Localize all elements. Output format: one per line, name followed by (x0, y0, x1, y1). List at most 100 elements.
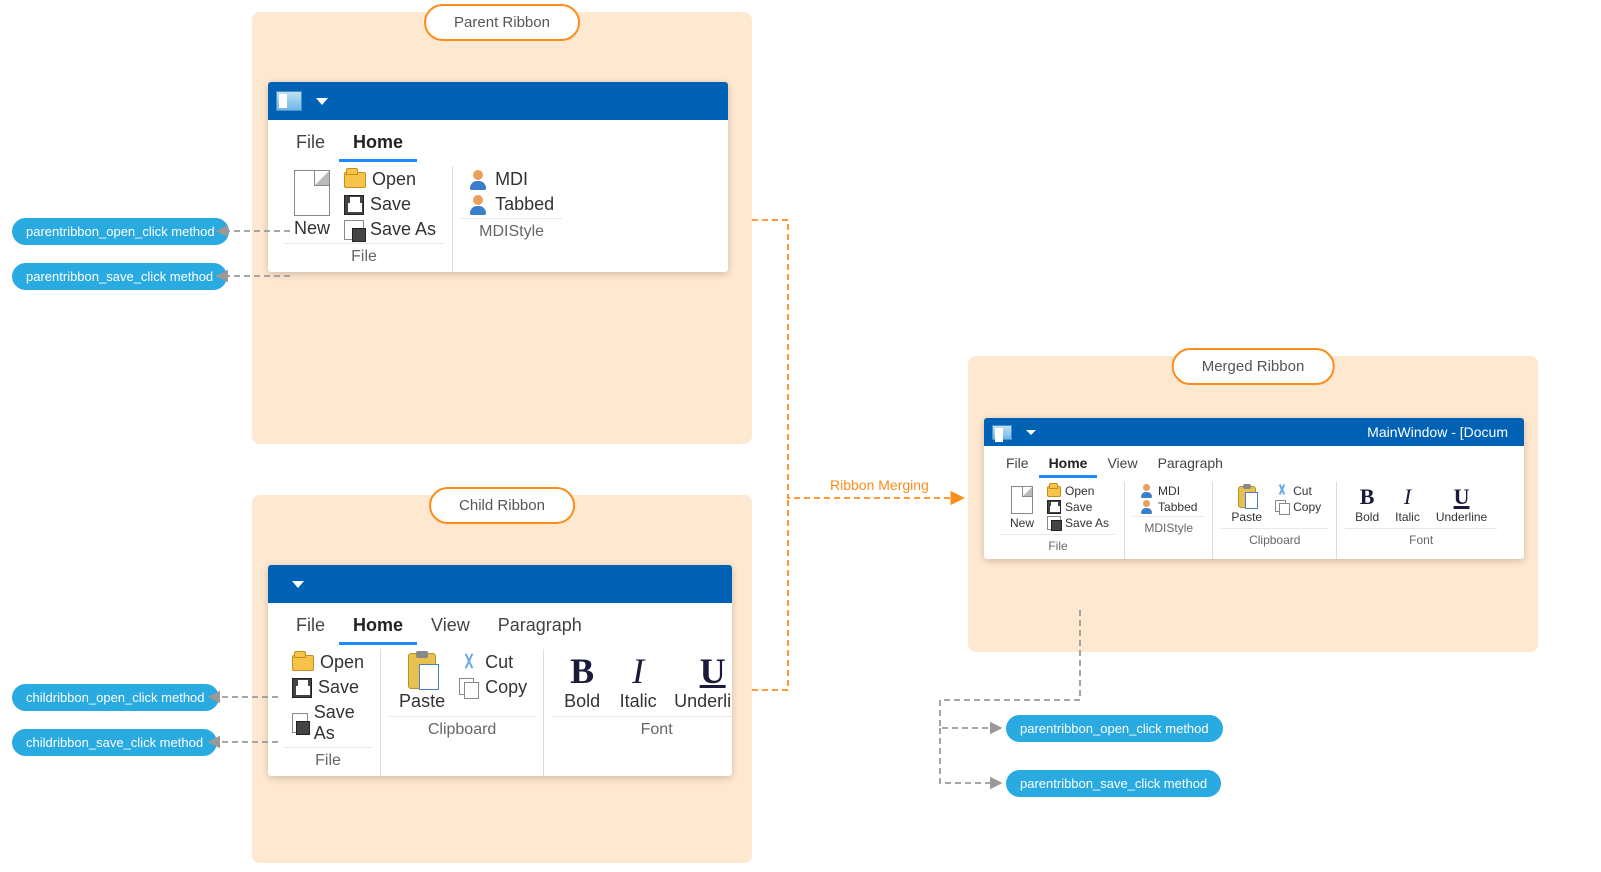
parent-ribbon-label: Parent Ribbon (424, 4, 580, 41)
paste-button[interactable]: Paste (393, 651, 451, 714)
tabbed-label: Tabbed (495, 194, 554, 215)
saveas-label: Save As (370, 219, 436, 240)
bold-icon: B (1355, 486, 1379, 508)
save-label: Save (1065, 500, 1092, 514)
copy-button[interactable]: Copy (455, 676, 531, 699)
tab-view[interactable]: View (417, 611, 484, 645)
cut-label: Cut (1293, 484, 1312, 498)
tab-file[interactable]: File (282, 611, 339, 645)
copy-label: Copy (1293, 500, 1321, 514)
new-icon (1011, 486, 1033, 514)
group-mdistyle-footer: MDIStyle (1133, 516, 1204, 541)
cut-button[interactable]: Cut (1272, 484, 1324, 498)
group-clipboard-footer: Clipboard (1221, 528, 1328, 553)
underline-icon: U (693, 653, 732, 689)
parent-ribbon-panel: Parent Ribbon File Home New Open Save (252, 12, 752, 444)
paste-icon (1238, 486, 1256, 508)
saveas-button[interactable]: Save As (288, 701, 368, 745)
saveas-label: Save As (1065, 516, 1109, 530)
paste-button[interactable]: Paste (1225, 484, 1268, 526)
qat-dropdown-icon[interactable] (1026, 430, 1036, 435)
tab-home[interactable]: Home (1039, 452, 1098, 478)
group-clipboard-footer: Clipboard (389, 716, 535, 745)
saveas-icon (1047, 516, 1061, 530)
tab-paragraph[interactable]: Paragraph (1148, 452, 1233, 478)
method-merged-save: parentribbon_save_click method (1006, 770, 1221, 797)
copy-button[interactable]: Copy (1272, 500, 1324, 514)
child-title-bar (268, 565, 732, 603)
group-font: BBold IItalic U Underline Font (1337, 482, 1505, 559)
open-label: Open (320, 652, 364, 673)
tab-view[interactable]: View (1097, 452, 1147, 478)
save-button[interactable]: Save (288, 676, 368, 699)
tabbed-button[interactable]: Tabbed (465, 193, 558, 216)
merged-title-bar: MainWindow - [Docum (984, 418, 1524, 446)
new-label: New (1010, 516, 1034, 530)
folder-icon (344, 172, 366, 188)
save-button[interactable]: Save (340, 193, 440, 216)
user-icon (469, 170, 489, 190)
save-icon (1047, 500, 1061, 514)
mdi-button[interactable]: MDI (1137, 484, 1200, 498)
method-parent-open: parentribbon_open_click method (12, 218, 229, 245)
saveas-button[interactable]: Save As (340, 218, 440, 241)
save-button[interactable]: Save (1044, 500, 1112, 514)
open-button[interactable]: Open (288, 651, 368, 674)
qat-dropdown-icon[interactable] (292, 581, 304, 588)
child-groups: Open Save Save As File Paste Cut Copy (268, 645, 732, 776)
group-font-footer: Font (1345, 528, 1497, 553)
open-label: Open (1065, 484, 1094, 498)
italic-icon: I (1396, 486, 1420, 508)
method-merged-open: parentribbon_open_click method (1006, 715, 1223, 742)
new-label: New (294, 218, 330, 239)
underline-button[interactable]: UUnderline (668, 651, 732, 714)
user-icon (469, 195, 489, 215)
open-button[interactable]: Open (1044, 484, 1112, 498)
child-ribbon: File Home View Paragraph Open Save Save … (268, 565, 732, 776)
underline-icon: U (1450, 486, 1474, 508)
merged-ribbon-panel: Merged Ribbon MainWindow - [Docum File H… (968, 356, 1538, 652)
tab-file[interactable]: File (996, 452, 1039, 478)
method-child-open: childribbon_open_click method (12, 684, 219, 711)
new-button[interactable]: New (1004, 484, 1040, 532)
window-title: MainWindow - [Docum (1367, 424, 1508, 440)
italic-button[interactable]: IItalic (1389, 484, 1426, 526)
method-parent-save: parentribbon_save_click method (12, 263, 227, 290)
new-icon (294, 170, 330, 216)
parent-title-bar (268, 82, 728, 120)
group-font-footer: Font (552, 716, 732, 745)
tabbed-button[interactable]: Tabbed (1137, 500, 1200, 514)
italic-label: Italic (620, 691, 657, 712)
saveas-icon (292, 713, 308, 733)
save-label: Save (370, 194, 411, 215)
group-file-footer: File (284, 243, 444, 272)
mdi-label: MDI (495, 169, 528, 190)
group-clipboard: Paste Cut Copy Clipboard (381, 649, 544, 776)
copy-icon (459, 678, 479, 698)
bold-button[interactable]: BBold (556, 651, 608, 714)
new-button[interactable]: New (288, 168, 336, 241)
group-file: Open Save Save As File (276, 649, 381, 776)
underline-label: Underline (1436, 510, 1487, 524)
italic-button[interactable]: IItalic (612, 651, 664, 714)
mdi-label: MDI (1158, 484, 1180, 498)
tab-home[interactable]: Home (339, 128, 417, 162)
group-file: New Open Save Save As File (992, 482, 1125, 559)
child-ribbon-label: Child Ribbon (429, 487, 575, 524)
open-button[interactable]: Open (340, 168, 440, 191)
tab-file[interactable]: File (282, 128, 339, 162)
save-icon (292, 678, 312, 698)
tab-home[interactable]: Home (339, 611, 417, 645)
group-file-footer: File (1000, 534, 1116, 559)
bold-button[interactable]: BBold (1349, 484, 1385, 526)
tab-paragraph[interactable]: Paragraph (484, 611, 596, 645)
user-icon (1140, 484, 1154, 498)
group-mdistyle: MDI Tabbed MDIStyle (1125, 482, 1213, 559)
cut-button[interactable]: Cut (455, 651, 531, 674)
group-mdistyle-footer: MDIStyle (461, 218, 562, 247)
underline-button[interactable]: U Underline (1430, 484, 1493, 526)
saveas-button[interactable]: Save As (1044, 516, 1112, 530)
qat-dropdown-icon[interactable] (316, 98, 328, 105)
mdi-button[interactable]: MDI (465, 168, 558, 191)
parent-groups: New Open Save Save As File MDI Tabbed (268, 162, 728, 272)
